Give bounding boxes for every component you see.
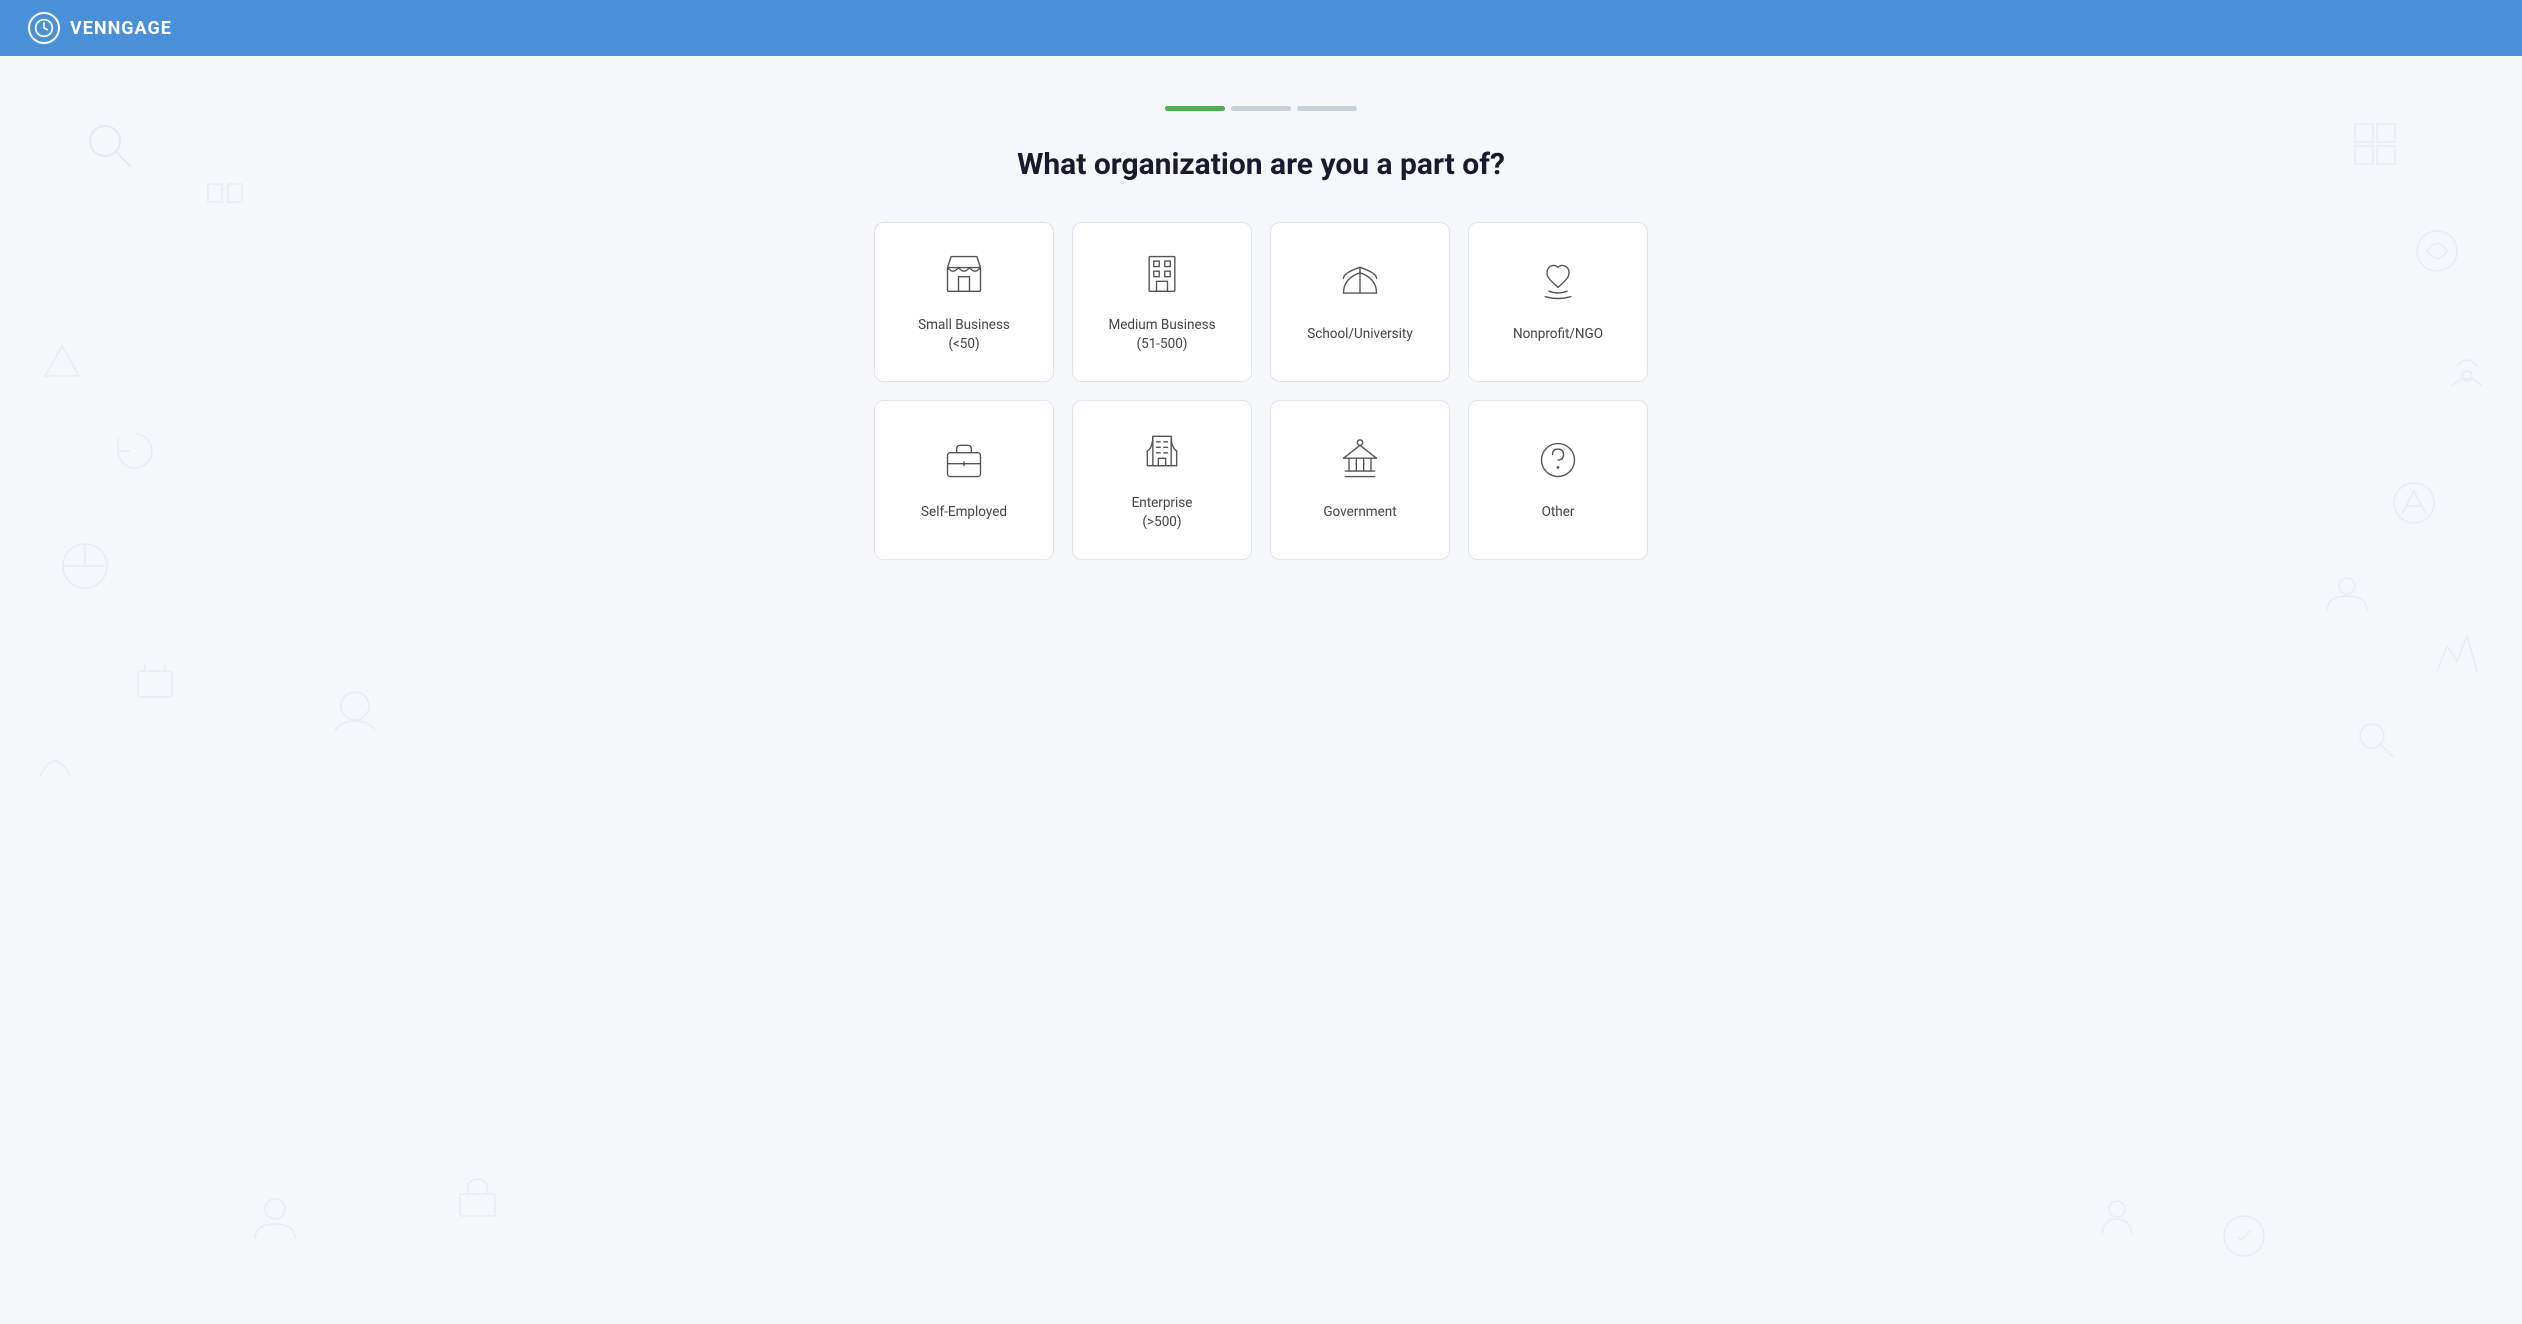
header: VENNGAGE (0, 0, 2522, 56)
org-card-self-employed[interactable]: Self-Employed (874, 400, 1054, 560)
logo-text: VENNGAGE (70, 18, 172, 39)
logo-icon (28, 12, 60, 44)
logo: VENNGAGE (28, 12, 172, 44)
org-card-nonprofit-label: Nonprofit/NGO (1513, 325, 1603, 344)
org-card-medium-business-label: Medium Business (51-500) (1108, 316, 1215, 354)
briefcase-icon (942, 438, 986, 489)
org-card-small-business-label: Small Business (<50) (918, 316, 1010, 354)
org-card-self-employed-label: Self-Employed (921, 503, 1007, 522)
progress-step-1 (1165, 106, 1225, 111)
page-title: What organization are you a part of? (1017, 147, 1505, 182)
org-card-school-label: School/University (1307, 325, 1413, 344)
progress-bar (1165, 106, 1357, 111)
organization-options: Small Business (<50) Medium Business (51… (874, 222, 1648, 560)
org-card-small-business[interactable]: Small Business (<50) (874, 222, 1054, 382)
progress-step-2 (1231, 106, 1291, 111)
progress-step-3 (1297, 106, 1357, 111)
org-card-government-label: Government (1323, 503, 1396, 522)
enterprise-icon (1140, 429, 1184, 480)
org-card-other-label: Other (1542, 503, 1575, 522)
school-icon (1338, 260, 1382, 311)
org-card-government[interactable]: Government (1270, 400, 1450, 560)
org-card-enterprise[interactable]: Enterprise (>500) (1072, 400, 1252, 560)
org-card-medium-business[interactable]: Medium Business (51-500) (1072, 222, 1252, 382)
nonprofit-icon (1536, 260, 1580, 311)
store-icon (942, 251, 986, 302)
question-icon (1536, 438, 1580, 489)
org-card-enterprise-label: Enterprise (>500) (1132, 494, 1193, 532)
building-icon (1140, 251, 1184, 302)
government-icon (1338, 438, 1382, 489)
org-card-school[interactable]: School/University (1270, 222, 1450, 382)
main-content: What organization are you a part of? Sma… (0, 56, 2522, 1324)
org-card-other[interactable]: Other (1468, 400, 1648, 560)
org-card-nonprofit[interactable]: Nonprofit/NGO (1468, 222, 1648, 382)
